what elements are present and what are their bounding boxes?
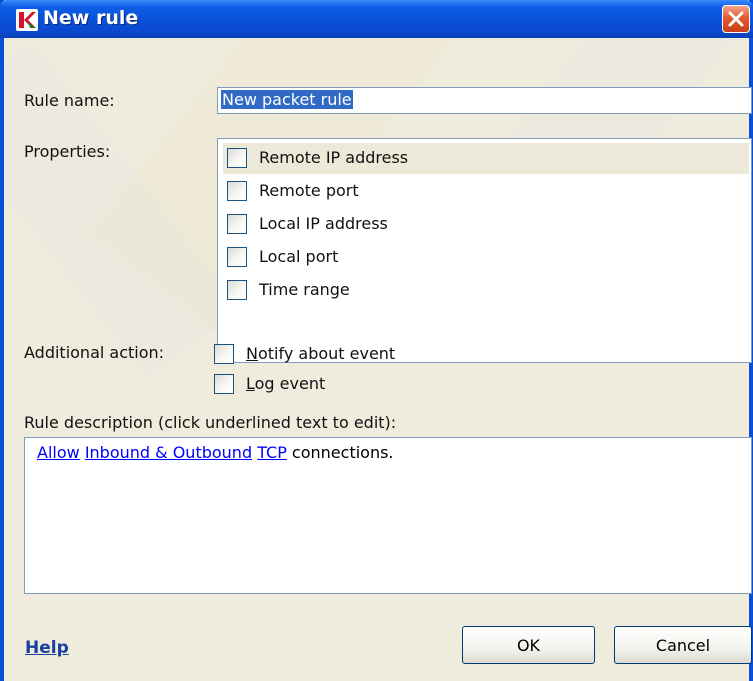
- ok-button[interactable]: OK: [462, 626, 595, 664]
- mnemonic-letter: L: [246, 374, 255, 393]
- close-button[interactable]: [722, 5, 750, 33]
- rule-name-input[interactable]: New packet rule: [217, 87, 752, 114]
- property-item-remote-port[interactable]: Remote port: [223, 176, 749, 207]
- cancel-button-label: Cancel: [655, 635, 711, 655]
- rule-description-label: Rule description (click underlined text …: [24, 413, 397, 432]
- property-item-local-ip[interactable]: Local IP address: [223, 209, 749, 240]
- property-label: Local port: [259, 247, 339, 266]
- mnemonic-letter: N: [246, 344, 258, 363]
- label-rest: otify about event: [257, 344, 396, 363]
- checkbox[interactable]: [214, 344, 234, 364]
- additional-action-label: Additional action:: [24, 343, 165, 362]
- notify-about-event-checkbox[interactable]: Notify about event: [214, 342, 434, 366]
- help-link[interactable]: Help: [25, 638, 69, 658]
- checkbox[interactable]: [214, 374, 234, 394]
- rule-description-box: Allow Inbound & Outbound TCP connections…: [24, 437, 752, 594]
- property-label: Remote port: [259, 181, 359, 200]
- new-rule-dialog: New rule Rule name: New packet rule Prop…: [0, 0, 753, 681]
- rule-name-label: Rule name:: [24, 91, 115, 110]
- description-tail: connections.: [286, 443, 394, 462]
- checkbox[interactable]: [227, 214, 247, 234]
- property-label: Local IP address: [259, 214, 388, 233]
- checkbox[interactable]: [227, 148, 247, 168]
- log-event-label: Log event: [246, 374, 325, 393]
- checkbox[interactable]: [227, 247, 247, 267]
- close-x-icon: [728, 11, 744, 27]
- checkbox[interactable]: [227, 181, 247, 201]
- property-item-time-range[interactable]: Time range: [223, 275, 749, 306]
- direction-link[interactable]: Inbound & Outbound: [85, 443, 252, 462]
- protocol-link[interactable]: TCP: [257, 443, 287, 462]
- cancel-button[interactable]: Cancel: [614, 626, 752, 664]
- window-title: New rule: [43, 7, 139, 29]
- log-event-checkbox[interactable]: Log event: [214, 372, 364, 396]
- checkbox[interactable]: [227, 280, 247, 300]
- ok-button-label: OK: [516, 635, 541, 655]
- properties-label: Properties:: [24, 142, 111, 161]
- notify-about-event-label: Notify about event: [246, 344, 395, 363]
- properties-list: Remote IP address Remote port Local IP a…: [217, 138, 752, 363]
- rule-name-value: New packet rule: [221, 90, 353, 109]
- title-bar: New rule: [0, 0, 753, 38]
- property-item-remote-ip[interactable]: Remote IP address: [223, 143, 749, 174]
- label-rest: og event: [254, 374, 326, 393]
- kaspersky-k-icon: [16, 9, 38, 31]
- action-link[interactable]: Allow: [37, 443, 80, 462]
- property-label: Remote IP address: [259, 148, 409, 167]
- property-item-local-port[interactable]: Local port: [223, 242, 749, 273]
- property-label: Time range: [259, 280, 350, 299]
